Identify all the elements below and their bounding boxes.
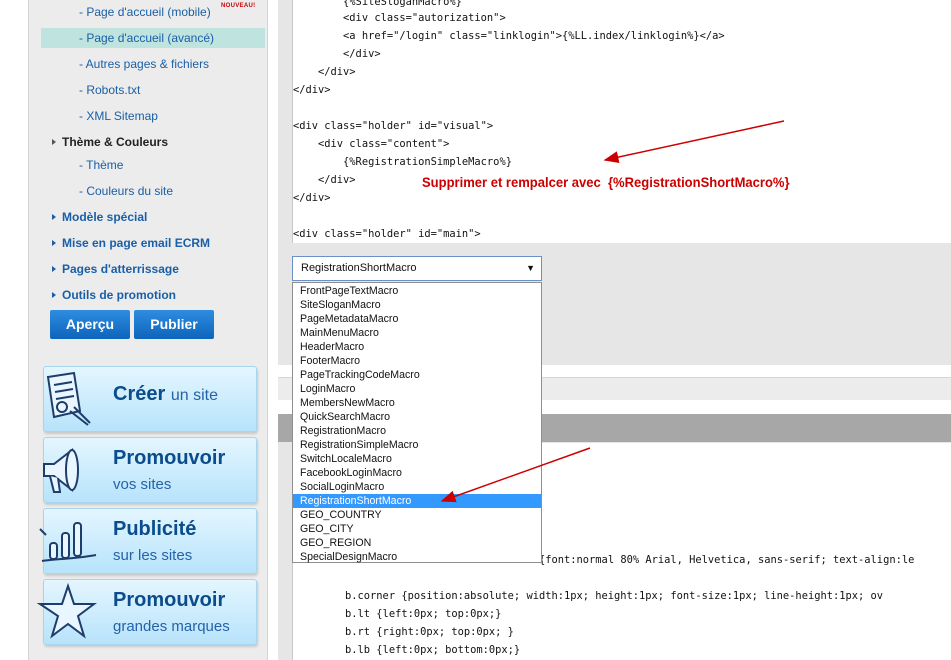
macro-option[interactable]: HeaderMacro — [293, 340, 541, 354]
nav-label: - Page d'accueil (mobile) — [79, 5, 211, 19]
nav-label: Mise en page email ECRM — [62, 236, 211, 250]
promo-subtitle: sur les sites — [113, 547, 193, 564]
nav-label: - Autres pages & fichiers — [79, 57, 210, 71]
code-line: <div class="autorization"> — [293, 12, 506, 24]
code-line: {%RegistrationSimpleMacro%} — [293, 156, 512, 168]
nav-couleurs-site[interactable]: - Couleurs du site — [41, 181, 265, 201]
macro-option[interactable]: SiteSloganMacro — [293, 298, 541, 312]
nav-label: - Couleurs du site — [79, 184, 174, 198]
macro-option[interactable]: SocialLoginMacro — [293, 480, 541, 494]
promo-advertising[interactable]: Publicité sur les sites — [39, 508, 257, 574]
promo-create-site[interactable]: Créer un site — [43, 366, 257, 432]
macro-option[interactable]: PageMetadataMacro — [293, 312, 541, 326]
nav-modele-special[interactable]: Modèle spécial — [41, 207, 265, 227]
promo-subtitle: grandes marques — [113, 618, 230, 635]
macro-option[interactable]: GEO_CITY — [293, 522, 541, 536]
code-line: <div class="content"> — [293, 138, 450, 150]
promo-title: Promouvoir — [113, 447, 226, 469]
expand-arrow-icon — [52, 292, 56, 298]
promo-subtitle: vos sites — [113, 476, 172, 493]
bar-chart-icon — [39, 522, 97, 562]
code-line: b.corner {position:absolute; width:1px; … — [320, 590, 884, 602]
macro-option-selected[interactable]: RegistrationShortMacro — [293, 494, 541, 508]
code-line: </div> — [293, 84, 331, 96]
macro-option-list[interactable]: FrontPageTextMacro SiteSloganMacro PageM… — [292, 282, 542, 563]
macro-option[interactable]: SpecialDesignMacro — [293, 550, 541, 564]
annotation-text: Supprimer et rempalcer avec {%Registrati… — [422, 174, 790, 190]
promo-title: Créer un site — [113, 383, 218, 405]
preview-button[interactable]: Aperçu — [50, 310, 130, 339]
macro-option[interactable]: MainMenuMacro — [293, 326, 541, 340]
macro-option[interactable]: RegistrationMacro — [293, 424, 541, 438]
nav-page-accueil-avance[interactable]: - Page d'accueil (avancé) — [41, 28, 265, 48]
promo-brands[interactable]: Promouvoir grandes marques — [36, 579, 257, 645]
dropdown-caret-icon: ▼ — [526, 263, 535, 273]
nav-theme-couleurs[interactable]: Thème & Couleurs — [41, 132, 265, 152]
code-line: </div> — [293, 48, 381, 60]
nav-pages-atterrissage[interactable]: Pages d'atterrissage — [41, 259, 265, 279]
macro-option[interactable]: RegistrationSimpleMacro — [293, 438, 541, 452]
macro-option[interactable]: MembersNewMacro — [293, 396, 541, 410]
nav-xml-sitemap[interactable]: - XML Sitemap — [41, 106, 265, 126]
macro-option[interactable]: SwitchLocaleMacro — [293, 452, 541, 466]
nav-label: - Thème — [79, 158, 124, 172]
macro-option[interactable]: FacebookLoginMacro — [293, 466, 541, 480]
nav-label: - Page d'accueil (avancé) — [79, 31, 215, 45]
star-icon — [36, 582, 97, 639]
code-line: b.rt {right:0px; top:0px; } — [320, 626, 514, 638]
nav-theme[interactable]: - Thème — [41, 155, 265, 175]
code-line: {font:normal 80% Arial, Helvetica, sans-… — [539, 554, 915, 566]
nav-label: - XML Sitemap — [79, 109, 158, 123]
promo-promote-sites[interactable]: Promouvoir vos sites — [43, 437, 257, 503]
macro-option[interactable]: PageTrackingCodeMacro — [293, 368, 541, 382]
megaphone-icon — [43, 447, 79, 493]
code-line: b.lb {left:0px; bottom:0px;} — [320, 644, 521, 656]
publish-button[interactable]: Publier — [134, 310, 214, 339]
sidebar: - Page d'accueil (mobile) NOUVEAU! - Pag… — [28, 0, 268, 660]
code-line: <a href="/login" class="linklogin">{%LL.… — [293, 30, 725, 42]
expand-arrow-icon — [52, 240, 56, 246]
code-line: <div class="holder" id="visual"> — [293, 120, 494, 132]
promo-title: Promouvoir — [113, 589, 226, 611]
promo-title: Publicité — [113, 518, 197, 540]
nav-page-accueil-mobile[interactable]: - Page d'accueil (mobile) NOUVEAU! — [41, 2, 265, 22]
code-line: b.lt {left:0px; top:0px;} — [320, 608, 502, 620]
nav-email-ecrm[interactable]: Mise en page email ECRM — [41, 233, 265, 253]
code-line: </div> — [293, 66, 356, 78]
macro-option[interactable]: FrontPageTextMacro — [293, 284, 541, 298]
macro-option[interactable]: LoginMacro — [293, 382, 541, 396]
code-line: </div> — [293, 174, 356, 186]
nav-label: - Robots.txt — [79, 83, 141, 97]
macro-select-value: RegistrationShortMacro — [301, 262, 417, 274]
nav-robots[interactable]: - Robots.txt — [41, 80, 265, 100]
expand-arrow-icon — [52, 214, 56, 220]
code-editor-top[interactable]: {%SiteSloganMacro%} <div class="autoriza… — [292, 0, 951, 243]
macro-option[interactable]: QuickSearchMacro — [293, 410, 541, 424]
nav-outils-promotion[interactable]: Outils de promotion — [41, 285, 265, 305]
macro-option[interactable]: GEO_REGION — [293, 536, 541, 550]
new-badge: NOUVEAU! — [221, 3, 256, 9]
nav-label: Outils de promotion — [62, 288, 176, 302]
code-line: <div class="holder" id="main"> — [293, 228, 481, 240]
macro-option[interactable]: FooterMacro — [293, 354, 541, 368]
nav-label: Pages d'atterrissage — [62, 262, 179, 276]
code-line: {%SiteSloganMacro%} — [293, 0, 462, 8]
nav-label: Thème & Couleurs — [62, 135, 169, 149]
macro-option[interactable]: GEO_COUNTRY — [293, 508, 541, 522]
expand-arrow-icon — [52, 139, 56, 145]
document-pen-icon — [46, 371, 91, 426]
macro-select[interactable]: RegistrationShortMacro ▼ — [292, 256, 542, 281]
nav-autres-pages[interactable]: - Autres pages & fichiers — [41, 54, 265, 74]
expand-arrow-icon — [52, 266, 56, 272]
code-line: </div> — [293, 192, 331, 204]
nav-label: Modèle spécial — [62, 210, 148, 224]
